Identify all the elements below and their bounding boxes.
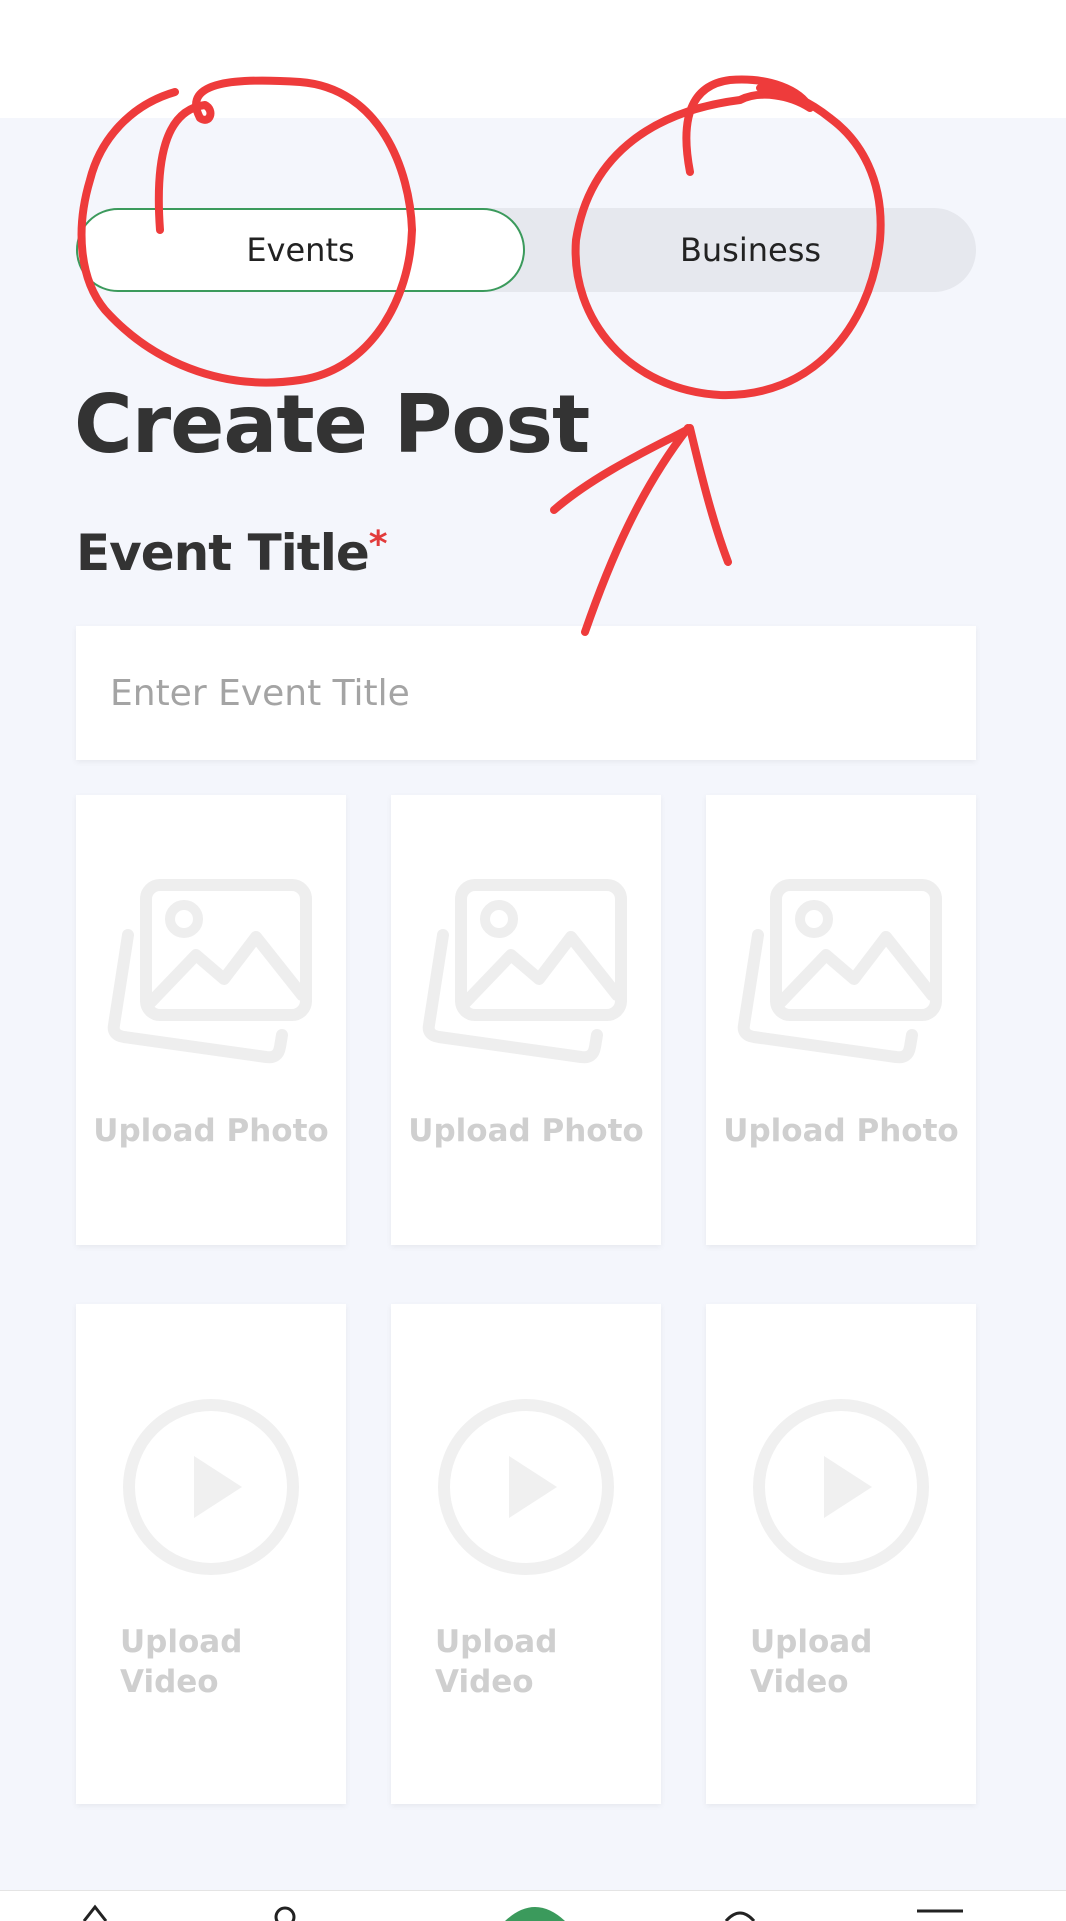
image-icon — [107, 879, 312, 1064]
upload-photo-card[interactable]: Upload Photo — [706, 795, 976, 1245]
add-post-icon[interactable] — [500, 1903, 570, 1921]
event-title-label-text: Event Title — [76, 524, 370, 582]
play-circle-icon — [123, 1399, 299, 1575]
upload-video-label: Upload Video — [435, 1624, 558, 1700]
upload-video-card[interactable]: Upload Video — [391, 1304, 661, 1804]
upload-photo-card[interactable]: Upload Photo — [391, 795, 661, 1245]
bottom-nav — [0, 1890, 1066, 1921]
upload-photo-label: Upload Photo — [723, 1113, 959, 1149]
upload-photo-card[interactable]: Upload Photo — [76, 795, 346, 1245]
play-circle-icon — [438, 1399, 614, 1575]
tab-business[interactable]: Business — [525, 208, 976, 292]
chat-icon[interactable] — [720, 1903, 760, 1921]
upload-video-label: Upload Video — [750, 1624, 873, 1700]
upload-photo-label: Upload Photo — [408, 1113, 644, 1149]
upload-photo-label: Upload Photo — [93, 1113, 329, 1149]
required-marker: * — [368, 524, 388, 565]
upload-video-card[interactable]: Upload Video — [76, 1304, 346, 1804]
image-icon — [422, 879, 627, 1064]
menu-icon[interactable] — [915, 1903, 965, 1921]
tab-events[interactable]: Events — [76, 208, 525, 292]
event-title-input[interactable] — [76, 626, 976, 760]
tab-events-label: Events — [246, 231, 355, 269]
top-bar — [0, 0, 1066, 118]
page-title: Create Post — [74, 378, 590, 471]
play-circle-icon — [753, 1399, 929, 1575]
home-icon[interactable] — [80, 1903, 110, 1921]
upload-video-label: Upload Video — [120, 1624, 243, 1700]
tab-business-label: Business — [679, 231, 822, 269]
search-icon[interactable] — [270, 1903, 300, 1921]
upload-video-card[interactable]: Upload Video — [706, 1304, 976, 1804]
event-title-label: Event Title* — [76, 524, 388, 582]
image-icon — [737, 879, 942, 1064]
